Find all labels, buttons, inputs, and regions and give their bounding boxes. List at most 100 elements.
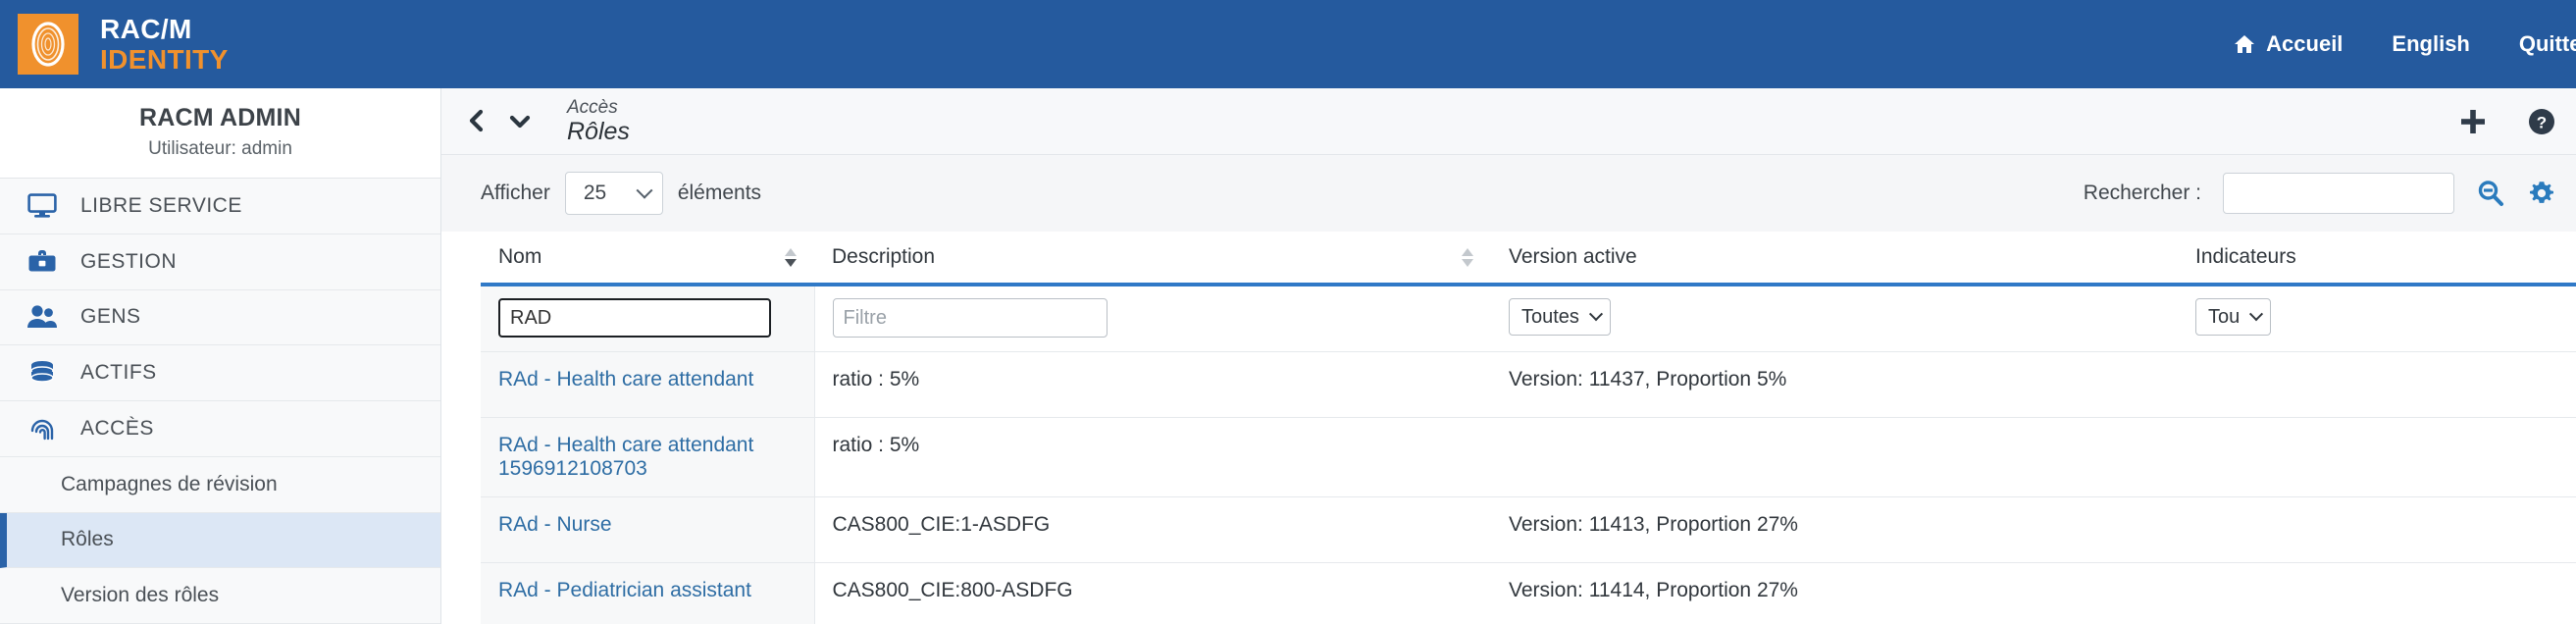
main-content: Accès Rôles ? Afficher 25 éléments Reche… xyxy=(441,88,2576,624)
sidebar-label-gestion: GESTION xyxy=(80,249,178,273)
role-link[interactable]: RAd - Nurse xyxy=(498,513,612,536)
column-header-version-active[interactable]: Version active xyxy=(1491,232,2178,286)
cell-nom: RAd - Health care attendant 159691210870… xyxy=(481,417,815,497)
sidebar-user-login: Utilisateur: admin xyxy=(148,138,292,159)
cell-description: CAS800_CIE:800-ASDFG xyxy=(814,562,1491,624)
fingerprint-logo-icon xyxy=(18,14,78,75)
role-link[interactable]: RAd - Health care attendant 159691210870… xyxy=(498,434,753,480)
top-header-bar: RAC/M IDENTITY Accueil English Quitter xyxy=(0,0,2576,88)
sidebar-label-libre-service: LIBRE SERVICE xyxy=(80,193,242,217)
sort-icon-description xyxy=(1462,247,1473,267)
breadcrumb-parent[interactable]: Accès xyxy=(567,97,618,118)
filter-select-value-version-active: Toutes xyxy=(1521,305,1579,328)
column-header-description[interactable]: Description xyxy=(814,232,1491,286)
filter-cell-nom xyxy=(481,285,815,352)
brand-line-1: RAC/M xyxy=(100,13,192,44)
cell-indicateurs xyxy=(2178,562,2576,624)
table-filter-row: Toutes Tou xyxy=(481,285,2576,352)
page-length-value: 25 xyxy=(583,182,607,204)
cell-version-active: Version: 11413, Proportion 27% xyxy=(1491,496,2178,563)
column-label-version-active: Version active xyxy=(1509,245,1637,268)
body-container: RACM ADMIN Utilisateur: admin LIBRE SERV… xyxy=(0,88,2576,624)
top-navigation: Accueil English Quitter xyxy=(2234,31,2576,57)
rechercher-label: Rechercher : xyxy=(2083,182,2201,204)
toolbox-icon xyxy=(26,249,59,275)
filter-input-description[interactable] xyxy=(832,298,1108,338)
topnav-label-accueil: Accueil xyxy=(2266,31,2344,56)
gear-icon[interactable] xyxy=(2527,179,2556,208)
sidebar-user-name: RACM ADMIN xyxy=(139,104,301,131)
sidebar-subitem-version-des-roles[interactable]: Version des rôles xyxy=(0,568,440,624)
sidebar-sublabel-version-des-roles: Version des rôles xyxy=(61,584,220,607)
filter-input-nom[interactable] xyxy=(498,298,771,338)
topnav-item-english[interactable]: English xyxy=(2392,31,2469,57)
plus-icon[interactable] xyxy=(2458,107,2488,136)
topnav-item-quitter[interactable]: Quitter xyxy=(2519,31,2576,57)
breadcrumb: Accès Rôles xyxy=(567,97,630,145)
search-control: Rechercher : xyxy=(2084,173,2556,214)
column-header-indicateurs[interactable]: Indicateurs xyxy=(2178,232,2576,286)
people-icon xyxy=(26,304,59,330)
column-header-nom[interactable]: Nom xyxy=(481,232,814,286)
application-root: RAC/M IDENTITY Accueil English Quitte r xyxy=(0,0,2576,624)
role-link[interactable]: RAd - Health care attendant xyxy=(498,368,753,390)
sidebar-sublabel-campagnes: Campagnes de révision xyxy=(61,472,278,495)
sidebar-label-actifs: ACTIFS xyxy=(80,361,157,385)
filter-cell-version-active: Toutes xyxy=(1491,285,2178,352)
cell-description: ratio : 5% xyxy=(814,351,1491,418)
sidebar-item-gestion[interactable]: GESTION xyxy=(0,234,440,290)
page-length-control: Afficher 25 éléments xyxy=(481,172,761,215)
chevron-left-icon[interactable] xyxy=(467,109,487,132)
chevron-down-icon xyxy=(2249,307,2264,322)
search-input[interactable] xyxy=(2223,173,2454,214)
chevron-down-icon xyxy=(1588,307,1604,322)
table-header-row: Nom Description Version active Indicateu… xyxy=(481,232,2576,286)
home-icon xyxy=(2234,34,2255,54)
cell-version-active xyxy=(1491,417,2178,497)
sidebar-item-actifs[interactable]: ACTIFS xyxy=(0,345,440,401)
sidebar: RACM ADMIN Utilisateur: admin LIBRE SERV… xyxy=(0,88,441,624)
sidebar-sublabel-roles: Rôles xyxy=(61,528,114,551)
chevron-down-icon[interactable] xyxy=(508,111,532,130)
sidebar-subitem-campagnes-de-revision[interactable]: Campagnes de révision xyxy=(0,456,440,513)
table-row: RAd - Pediatrician assistant CAS800_CIE:… xyxy=(481,562,2576,624)
question-circle-icon[interactable]: ? xyxy=(2527,107,2556,136)
column-label-description: Description xyxy=(832,245,936,268)
table-toolbar: Afficher 25 éléments Rechercher : xyxy=(441,155,2576,232)
table-row: RAd - Health care attendant ratio : 5% V… xyxy=(481,351,2576,418)
topnav-item-accueil[interactable]: Accueil xyxy=(2234,31,2343,57)
fingerprint-icon xyxy=(26,415,59,442)
sidebar-item-acces[interactable]: ACCÈS xyxy=(0,401,440,457)
column-label-nom: Nom xyxy=(498,245,542,268)
role-link[interactable]: RAd - Pediatrician assistant xyxy=(498,579,751,601)
filter-select-value-indicateurs: Tou xyxy=(2208,305,2241,328)
table-body: Toutes Tou xyxy=(481,285,2576,624)
brand-line-2: IDENTITY xyxy=(100,43,229,75)
sidebar-item-gens[interactable]: GENS xyxy=(0,289,440,346)
sidebar-label-gens: GENS xyxy=(80,305,141,329)
roles-table-container: Nom Description Version active Indicateu… xyxy=(441,232,2576,624)
monitor-icon xyxy=(26,193,59,219)
page-length-select[interactable]: 25 xyxy=(564,172,663,215)
database-icon xyxy=(26,360,59,386)
cell-nom: RAd - Nurse xyxy=(481,496,815,563)
brand-logo[interactable]: RAC/M IDENTITY xyxy=(18,14,229,75)
search-minus-icon[interactable] xyxy=(2476,179,2505,208)
cell-description: CAS800_CIE:1-ASDFG xyxy=(814,496,1491,563)
cell-description: ratio : 5% xyxy=(814,417,1491,497)
cell-version-active: Version: 11414, Proportion 27% xyxy=(1491,562,2178,624)
filter-select-indicateurs[interactable]: Tou xyxy=(2195,298,2272,336)
afficher-label: Afficher xyxy=(481,182,550,204)
topnav-label-quitter: Quitter xyxy=(2518,31,2576,56)
sidebar-label-acces: ACCÈS xyxy=(80,416,154,440)
table-head: Nom Description Version active Indicateu… xyxy=(481,232,2576,286)
filter-select-version-active[interactable]: Toutes xyxy=(1509,298,1611,336)
page-header-actions: ? xyxy=(2458,107,2556,136)
cell-indicateurs xyxy=(2178,417,2576,497)
cell-indicateurs xyxy=(2178,351,2576,418)
filter-cell-indicateurs: Tou xyxy=(2178,285,2576,352)
roles-table: Nom Description Version active Indicateu… xyxy=(481,232,2576,624)
sidebar-item-libre-service[interactable]: LIBRE SERVICE xyxy=(0,179,440,234)
table-row: RAd - Health care attendant 159691210870… xyxy=(481,417,2576,497)
sidebar-subitem-roles[interactable]: Rôles xyxy=(0,512,440,569)
